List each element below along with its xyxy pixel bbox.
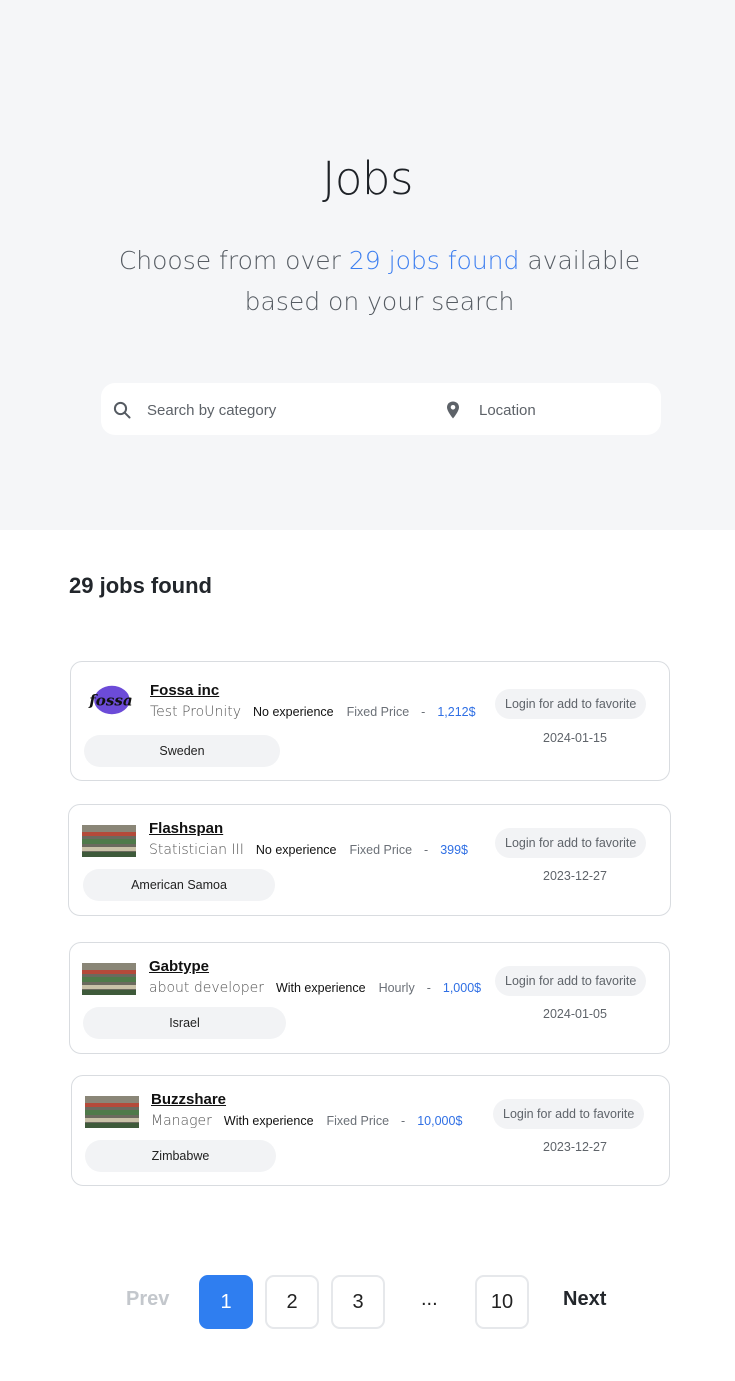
- results-count: 29 jobs found: [69, 573, 212, 598]
- hero-section: Jobs Choose from over 29 jobs found avai…: [0, 0, 735, 530]
- price-type: Fixed Price: [349, 843, 413, 857]
- subtitle-prefix: Choose from over: [118, 246, 349, 275]
- country-badge: Sweden: [84, 735, 280, 767]
- posted-date: 2023-12-27: [543, 869, 607, 883]
- job-card[interactable]: fossa Fossa inc Test ProUnity No experie…: [70, 661, 670, 781]
- job-price: 399$: [440, 843, 469, 857]
- experience-level: With experience: [275, 981, 366, 995]
- pagination-ellipsis: ...: [421, 1288, 438, 1310]
- category-search-input[interactable]: [147, 397, 417, 423]
- job-role: Test ProUnity: [150, 704, 242, 720]
- country-badge: American Samoa: [83, 869, 275, 901]
- price-separator: -: [424, 843, 429, 857]
- page-2-button[interactable]: 2: [265, 1275, 319, 1329]
- pagination: Prev 1 2 3 ... 10 Next: [0, 1274, 735, 1330]
- experience-level: No experience: [253, 705, 334, 719]
- favorite-button[interactable]: Login for add to favorite: [493, 1099, 645, 1129]
- job-price: 1,000$: [442, 981, 482, 995]
- company-logo: [85, 1096, 139, 1128]
- job-meta: Manager With experience Fixed Price - 10…: [151, 1113, 462, 1129]
- company-name[interactable]: Gabtype: [149, 958, 209, 975]
- search-bar: [101, 383, 661, 435]
- favorite-button[interactable]: Login for add to favorite: [495, 689, 647, 719]
- price-separator: -: [426, 981, 431, 995]
- favorite-button[interactable]: Login for add to favorite: [495, 966, 647, 996]
- job-card[interactable]: Gabtype about developer With experience …: [69, 942, 670, 1054]
- job-card[interactable]: Buzzshare Manager With experience Fixed …: [71, 1075, 670, 1186]
- search-icon: [113, 401, 131, 419]
- company-logo: fossa: [88, 685, 133, 715]
- job-role: Manager: [151, 1113, 212, 1129]
- subtitle-job-count: 29 jobs found: [348, 246, 520, 275]
- posted-date: 2023-12-27: [543, 1140, 607, 1154]
- company-name[interactable]: Fossa inc: [150, 682, 219, 699]
- svg-text:fossa: fossa: [88, 691, 132, 709]
- favorite-button[interactable]: Login for add to favorite: [495, 828, 647, 858]
- job-price: 10,000$: [417, 1114, 463, 1128]
- next-button[interactable]: Next: [563, 1288, 606, 1311]
- posted-date: 2024-01-05: [543, 1007, 607, 1021]
- job-card[interactable]: Flashspan Statistician III No experience…: [68, 804, 671, 916]
- job-meta: Statistician III No experience Fixed Pri…: [149, 842, 468, 858]
- price-separator: -: [401, 1114, 406, 1128]
- company-logo: [82, 963, 136, 995]
- subtitle-middle: available: [519, 246, 641, 275]
- posted-date: 2024-01-15: [543, 731, 607, 745]
- page-1-button[interactable]: 1: [199, 1275, 253, 1329]
- experience-level: With experience: [223, 1114, 314, 1128]
- page-title: Jobs: [322, 152, 413, 205]
- hero-subtitle: Choose from over 29 jobs found available…: [117, 240, 642, 322]
- job-meta: about developer With experience Hourly -…: [149, 980, 481, 996]
- job-price: 1,212$: [437, 705, 476, 719]
- country-badge: Israel: [83, 1007, 286, 1039]
- job-role: about developer: [149, 980, 264, 996]
- map-pin-icon: [447, 401, 459, 419]
- job-role: Statistician III: [149, 842, 244, 858]
- country-badge: Zimbabwe: [85, 1140, 276, 1172]
- company-name[interactable]: Buzzshare: [151, 1091, 226, 1108]
- price-separator: -: [421, 705, 426, 719]
- job-meta: Test ProUnity No experience Fixed Price …: [150, 704, 476, 720]
- prev-button[interactable]: Prev: [126, 1288, 169, 1311]
- page-3-button[interactable]: 3: [331, 1275, 385, 1329]
- subtitle-suffix: based on your search: [244, 287, 515, 316]
- company-logo: [82, 825, 136, 857]
- price-type: Hourly: [378, 981, 415, 995]
- experience-level: No experience: [255, 843, 337, 857]
- price-type: Fixed Price: [346, 705, 410, 719]
- location-input[interactable]: [479, 397, 649, 423]
- company-name[interactable]: Flashspan: [149, 820, 223, 837]
- page-10-button[interactable]: 10: [475, 1275, 529, 1329]
- price-type: Fixed Price: [326, 1114, 390, 1128]
